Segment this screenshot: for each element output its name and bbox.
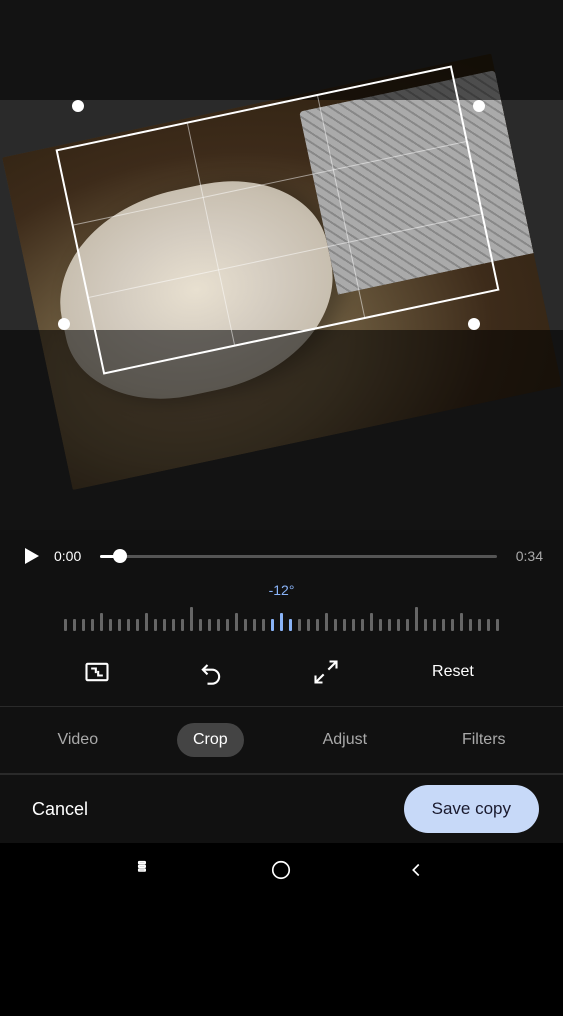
- tick: [244, 619, 247, 631]
- tick: [181, 619, 184, 631]
- tick: [478, 619, 481, 631]
- tick: [163, 619, 166, 631]
- tick: [262, 619, 265, 631]
- tick: [379, 619, 382, 631]
- aspect-ratio-icon: [83, 658, 111, 686]
- tick: [388, 619, 391, 631]
- tick: [190, 607, 193, 631]
- tick: [415, 607, 418, 631]
- tick-center: [280, 613, 283, 631]
- tick: [82, 619, 85, 631]
- tick: [73, 619, 76, 631]
- cancel-button[interactable]: Cancel: [24, 791, 96, 828]
- rotate-icon: [197, 658, 225, 686]
- flip-icon: [312, 658, 340, 686]
- tick: [253, 619, 256, 631]
- grid-line-v2: [317, 96, 365, 317]
- rotation-area: -12°: [0, 574, 563, 638]
- tick: [217, 619, 220, 631]
- crop-handle-bottom-left[interactable]: [58, 318, 70, 330]
- aspect-ratio-button[interactable]: [77, 652, 117, 692]
- ruler-ticks: [61, 607, 502, 631]
- tab-video[interactable]: Video: [41, 723, 114, 757]
- tick: [307, 619, 310, 631]
- action-bar: Cancel Save copy: [0, 774, 563, 843]
- tab-crop[interactable]: Crop: [177, 723, 244, 757]
- reset-button[interactable]: Reset: [420, 655, 486, 689]
- controls-area: 0:00 0:34 -12°: [0, 530, 563, 907]
- tick: [460, 613, 463, 631]
- crop-handle-top-right[interactable]: [473, 100, 485, 112]
- seek-thumb[interactable]: [113, 549, 127, 563]
- tick: [370, 613, 373, 631]
- tab-filters[interactable]: Filters: [446, 723, 522, 757]
- tabs-row: Video Crop Adjust Filters: [0, 707, 563, 773]
- recent-apps-icon[interactable]: [136, 859, 158, 887]
- crop-handle-top-left[interactable]: [72, 100, 84, 112]
- home-icon[interactable]: [270, 859, 292, 887]
- tick: [361, 619, 364, 631]
- tick: [136, 619, 139, 631]
- tick: [226, 619, 229, 631]
- tick: [406, 619, 409, 631]
- tick: [325, 613, 328, 631]
- tick: [433, 619, 436, 631]
- play-icon: [25, 548, 39, 564]
- tools-row: Reset: [0, 638, 563, 707]
- rotation-ruler[interactable]: [0, 604, 563, 634]
- save-copy-button[interactable]: Save copy: [404, 785, 539, 833]
- rotation-value: -12°: [269, 582, 295, 598]
- system-nav-bar: [0, 843, 563, 907]
- tick: [487, 619, 490, 631]
- tick: [199, 619, 202, 631]
- grid-line-h1: [73, 141, 465, 225]
- tick-active: [271, 619, 274, 631]
- tick: [298, 619, 301, 631]
- photo-area: [0, 0, 563, 530]
- tick: [208, 619, 211, 631]
- tick: [118, 619, 121, 631]
- rotate-button[interactable]: [191, 652, 231, 692]
- crop-overlay-bottom: [0, 330, 563, 530]
- tick: [496, 619, 499, 631]
- seek-track[interactable]: [100, 555, 497, 558]
- crop-overlay-top: [0, 0, 563, 100]
- tick: [145, 613, 148, 631]
- tick: [397, 619, 400, 631]
- tick: [172, 619, 175, 631]
- playback-bar: 0:00 0:34: [0, 530, 563, 574]
- tick: [109, 619, 112, 631]
- tick: [343, 619, 346, 631]
- grid-line-h2: [89, 214, 481, 298]
- tick: [424, 619, 427, 631]
- tick: [316, 619, 319, 631]
- tick: [469, 619, 472, 631]
- flip-button[interactable]: [306, 652, 346, 692]
- back-icon[interactable]: [405, 859, 427, 887]
- tick: [64, 619, 67, 631]
- tab-adjust[interactable]: Adjust: [307, 723, 383, 757]
- time-total: 0:34: [507, 548, 543, 564]
- tick: [154, 619, 157, 631]
- tick: [127, 619, 130, 631]
- play-button[interactable]: [20, 544, 44, 568]
- tick: [91, 619, 94, 631]
- tick: [334, 619, 337, 631]
- tick: [352, 619, 355, 631]
- time-current: 0:00: [54, 548, 90, 564]
- tick: [442, 619, 445, 631]
- crop-handle-bottom-right[interactable]: [468, 318, 480, 330]
- tick: [100, 613, 103, 631]
- tick: [451, 619, 454, 631]
- tick: [235, 613, 238, 631]
- grid-line-v1: [187, 123, 235, 344]
- tick: [289, 619, 292, 631]
